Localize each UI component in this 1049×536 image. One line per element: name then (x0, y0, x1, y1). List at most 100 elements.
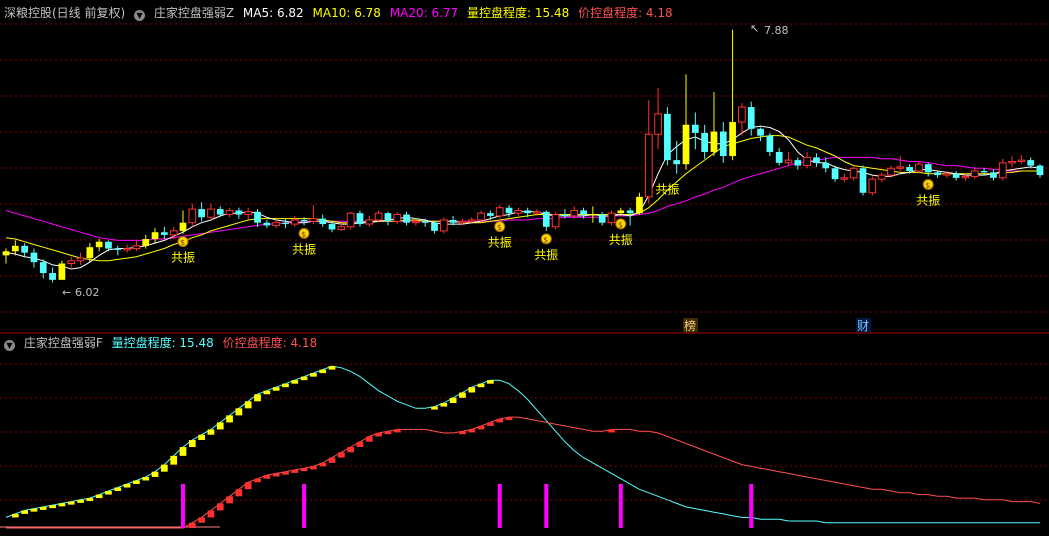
vol-ctrl-step (21, 510, 28, 514)
vol-ctrl-step (244, 401, 252, 409)
resonance-label: 共振 (488, 236, 512, 250)
price-ctrl-step (282, 471, 289, 475)
vol-ctrl-step (449, 397, 457, 404)
candle-body (49, 273, 56, 280)
candle-body (896, 166, 905, 169)
candle-body (691, 124, 699, 133)
candle-body (58, 263, 66, 280)
candle-body (39, 262, 47, 274)
candle-body (915, 163, 923, 172)
vol-ctrl-step (170, 455, 178, 465)
candle-body (282, 222, 289, 225)
candle-body (551, 214, 560, 228)
low-label: 6.02 (75, 286, 100, 299)
chart-canvas[interactable]: $$$$$$共振共振 共振共振共振共振共振 7.88 ↖ ← 6.02 榜 财 (0, 0, 1049, 536)
money-bag-glyph: $ (925, 181, 930, 190)
candle-body (495, 207, 504, 217)
candle-body (365, 219, 374, 225)
grid-lines (0, 23, 1049, 501)
vol-ctrl-step (114, 487, 122, 492)
candle-body (467, 219, 476, 222)
candle-body (95, 241, 103, 248)
candle-body (179, 222, 187, 231)
price-ctrl-step (459, 431, 466, 435)
candle-body (644, 133, 653, 198)
price-ctrl-step (505, 417, 513, 421)
candle-body (1027, 160, 1035, 166)
candle-body (514, 209, 523, 214)
candle-body (458, 220, 467, 224)
candle-body (487, 213, 494, 216)
vol-ctrl-step (207, 429, 215, 435)
vol-ctrl-step (123, 484, 131, 488)
candle-body (151, 232, 159, 240)
candle-body (290, 219, 299, 225)
candle-body (970, 170, 979, 177)
high-arrow: ↖ (750, 22, 759, 35)
candle-body (1036, 165, 1044, 176)
price-ctrl-step (375, 432, 382, 437)
price-ctrl-step (263, 475, 271, 479)
vol-ctrl-step (440, 403, 448, 407)
candle-body (11, 245, 19, 252)
signal-bar (180, 484, 185, 528)
price-ctrl-step (496, 418, 504, 423)
candle-body (1008, 160, 1016, 164)
candle-body (244, 211, 253, 216)
price-ctrl-step (207, 510, 215, 518)
candle-body (570, 209, 579, 217)
money-bag-glyph: $ (543, 235, 548, 244)
candle-body (374, 212, 383, 221)
candle-body (701, 132, 709, 152)
low-arrow: ← (62, 286, 71, 299)
bang-badge[interactable]: 榜 (684, 318, 696, 333)
candle-body (412, 220, 420, 224)
candle-body (682, 124, 690, 165)
indicator-panel[interactable] (0, 365, 1041, 529)
vol-ctrl-step (487, 380, 494, 384)
vol-ctrl-step (161, 464, 168, 472)
vol-ctrl-step (86, 498, 94, 502)
candle-body (859, 168, 867, 193)
price-ctrl-step (365, 436, 373, 442)
resonance-label: 共振 (609, 233, 633, 247)
candle-body (775, 151, 783, 163)
candle-body (2, 251, 10, 256)
candle-body (710, 131, 718, 152)
candle-body (1017, 159, 1026, 162)
candle-body (942, 173, 951, 176)
signal-bar (497, 484, 502, 528)
candle-body (114, 248, 122, 250)
candle-body (263, 222, 271, 226)
candle-body (272, 222, 280, 226)
candle-body (990, 172, 997, 178)
price-ctrl-step (272, 473, 280, 477)
candle-body (654, 113, 662, 135)
candle-body (952, 173, 960, 178)
candle-body (421, 221, 429, 223)
resonance-label: 共振 (534, 248, 558, 262)
candlesticks[interactable] (2, 29, 1044, 283)
vol-ctrl-step (133, 480, 140, 484)
resonance-label: 共振 (292, 242, 316, 256)
cai-badge[interactable]: 财 (857, 319, 869, 333)
signal-bar (749, 484, 754, 528)
candle-body (589, 214, 597, 216)
price-ctrl-step (300, 468, 308, 472)
price-ctrl-step (319, 462, 327, 467)
candle-body (384, 213, 392, 222)
candle-body (235, 210, 243, 215)
candle-body (729, 122, 736, 157)
candle-body (477, 212, 485, 221)
candle-body (198, 209, 205, 218)
vol-ctrl-step (39, 506, 47, 510)
price-ctrl-step (188, 522, 196, 528)
candle-body (449, 219, 457, 223)
candle-body (67, 260, 76, 265)
candle-body (86, 247, 94, 259)
candle-body (505, 207, 513, 214)
vol-ctrl-step (188, 440, 196, 448)
candle-body (673, 160, 681, 165)
candle-body (30, 252, 38, 263)
ma5-line (5, 125, 1041, 270)
